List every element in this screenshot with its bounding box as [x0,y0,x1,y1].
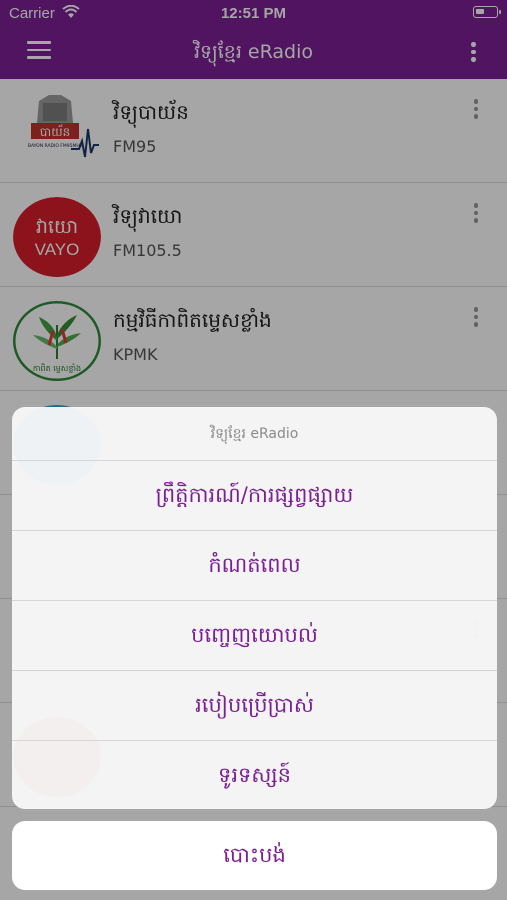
events-promotions-option[interactable]: ព្រឹត្តិការណ៍/ការផ្សព្វផ្សាយ [12,461,497,531]
schedule-option[interactable]: កំណត់ពេល [12,531,497,601]
feedback-option[interactable]: បញ្ចេញយោបល់ [12,601,497,671]
how-to-use-option[interactable]: របៀបប្រើប្រាស់ [12,671,497,741]
action-sheet-title: វិទ្យុខ្មែរ eRadio [12,407,497,461]
television-option[interactable]: ទូរទស្សន៍ [12,741,497,809]
action-sheet: វិទ្យុខ្មែរ eRadio ព្រឹត្តិការណ៍/ការផ្សព… [12,407,497,809]
cancel-button[interactable]: បោះបង់ [12,821,497,890]
